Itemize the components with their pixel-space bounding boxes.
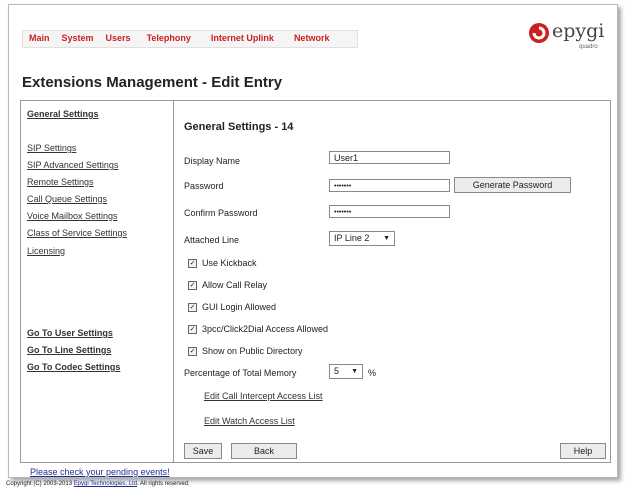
password-field[interactable]: ••••••• xyxy=(329,179,450,192)
memory-percentage-label: Percentage of Total Memory xyxy=(184,368,297,378)
checkbox-show-on-public-directory[interactable]: ✓ Show on Public Directory xyxy=(188,346,303,356)
attached-line-label: Attached Line xyxy=(184,235,240,245)
copyright-suffix: . All rights reserved. xyxy=(136,481,190,487)
checkbox-use-kickback[interactable]: ✓ Use Kickback xyxy=(188,258,257,268)
logo-subtext: quadro xyxy=(579,44,598,50)
checkbox-checked-icon[interactable]: ✓ xyxy=(188,280,197,290)
general-settings-form: General Settings - 14 Display Name User1… xyxy=(174,101,610,462)
nav-internet-uplink[interactable]: Internet Uplink xyxy=(205,31,288,47)
sidebar-item-voice-mailbox-settings[interactable]: Voice Mailbox Settings xyxy=(27,211,118,221)
top-nav: Main System Users Telephony Internet Upl… xyxy=(22,30,359,48)
memory-percentage-select[interactable]: 5 ▼ xyxy=(329,364,363,379)
checkbox-checked-icon[interactable]: ✓ xyxy=(188,302,197,312)
sidebar-item-licensing[interactable]: Licensing xyxy=(27,246,65,256)
memory-percentage-value: 5 xyxy=(334,366,340,376)
help-button[interactable]: Help xyxy=(560,443,606,459)
sidebar-item-sip-advanced-settings[interactable]: SIP Advanced Settings xyxy=(27,160,118,170)
confirm-password-label: Confirm Password xyxy=(184,208,258,218)
goto-line-settings[interactable]: Go To Line Settings xyxy=(27,345,111,355)
goto-codec-settings[interactable]: Go To Codec Settings xyxy=(27,362,120,372)
checkbox-3pcc-access-allowed[interactable]: ✓ 3pcc/Click2Dial Access Allowed xyxy=(188,324,328,334)
page-title: Extensions Management - Edit Entry xyxy=(22,74,283,91)
content-box: General Settings SIP Settings SIP Advanc… xyxy=(20,100,611,463)
checkbox-gui-login-allowed[interactable]: ✓ GUI Login Allowed xyxy=(188,302,276,312)
confirm-password-field[interactable]: ••••••• xyxy=(329,205,450,218)
sidebar-item-sip-settings[interactable]: SIP Settings xyxy=(27,143,76,153)
copyright-prefix: Copyright (C) 2003-2013 xyxy=(6,481,74,487)
nav-network[interactable]: Network xyxy=(288,31,358,47)
chevron-down-icon: ▼ xyxy=(351,368,358,375)
checkbox-label: Use Kickback xyxy=(202,258,257,268)
logo: epygi quadro xyxy=(528,20,608,52)
attached-line-select[interactable]: IP Line 2 ▼ xyxy=(329,231,395,246)
checkbox-checked-icon[interactable]: ✓ xyxy=(188,346,197,356)
sidebar-item-call-queue-settings[interactable]: Call Queue Settings xyxy=(27,194,107,204)
back-button[interactable]: Back xyxy=(231,443,297,459)
edit-call-intercept-link[interactable]: Edit Call Intercept Access List xyxy=(204,391,323,401)
save-button[interactable]: Save xyxy=(184,443,222,459)
chevron-down-icon: ▼ xyxy=(383,235,390,242)
goto-user-settings[interactable]: Go To User Settings xyxy=(27,328,113,338)
generate-password-button[interactable]: Generate Password xyxy=(454,177,571,193)
checkbox-checked-icon[interactable]: ✓ xyxy=(188,258,197,268)
checkbox-allow-call-relay[interactable]: ✓ Allow Call Relay xyxy=(188,280,267,290)
display-name-label: Display Name xyxy=(184,156,241,166)
checkbox-checked-icon[interactable]: ✓ xyxy=(188,324,197,334)
nav-main[interactable]: Main xyxy=(23,31,56,47)
checkbox-label: GUI Login Allowed xyxy=(202,302,277,312)
display-name-field[interactable]: User1 xyxy=(329,151,450,164)
checkbox-label: 3pcc/Click2Dial Access Allowed xyxy=(202,324,329,334)
sidebar-item-remote-settings[interactable]: Remote Settings xyxy=(27,177,94,187)
logo-text: epygi xyxy=(552,20,605,42)
nav-system[interactable]: System xyxy=(56,31,100,47)
checkbox-label: Show on Public Directory xyxy=(202,346,303,356)
copyright: Copyright (C) 2003-2013 Epygi Technologi… xyxy=(6,481,190,487)
pending-events-link[interactable]: Please check your pending events! xyxy=(30,467,170,477)
logo-mark-icon xyxy=(529,23,549,43)
sidebar-item-general-settings[interactable]: General Settings xyxy=(27,109,99,119)
attached-line-value: IP Line 2 xyxy=(334,233,370,243)
edit-watch-access-link[interactable]: Edit Watch Access List xyxy=(204,416,295,426)
nav-users[interactable]: Users xyxy=(100,31,137,47)
checkbox-label: Allow Call Relay xyxy=(202,280,268,290)
sidebar: General Settings SIP Settings SIP Advanc… xyxy=(21,101,174,462)
company-link[interactable]: Epygi Technologies, Ltd xyxy=(74,481,137,487)
memory-unit: % xyxy=(368,368,377,378)
sidebar-item-class-of-service-settings[interactable]: Class of Service Settings xyxy=(27,228,127,238)
section-title: General Settings - 14 xyxy=(184,121,294,133)
password-label: Password xyxy=(184,181,224,191)
nav-telephony[interactable]: Telephony xyxy=(137,31,205,47)
